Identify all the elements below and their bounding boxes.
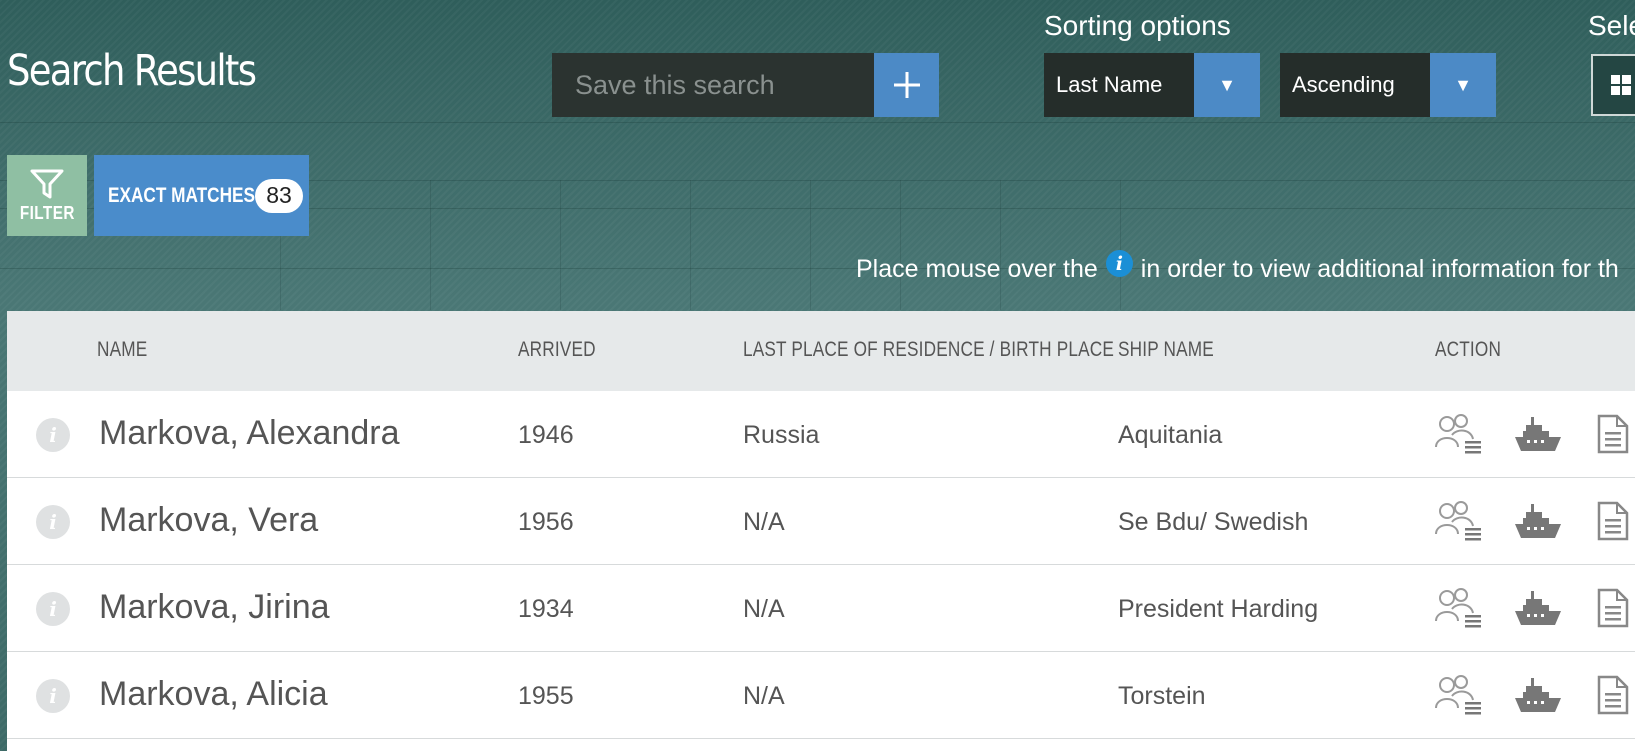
document-icon[interactable]: [1596, 500, 1630, 547]
info-hint-text-after: in order to view additional information …: [1140, 255, 1619, 283]
info-icon[interactable]: i: [36, 505, 70, 539]
passengers-list-icon[interactable]: [1433, 587, 1483, 634]
ship-name-cell: President Harding: [1118, 595, 1319, 623]
save-search-group: [552, 53, 939, 117]
residence-cell: N/A: [743, 682, 785, 710]
info-hint: Place mouse over the i in order to view …: [856, 250, 1619, 289]
results-table: NAME ARRIVED LAST PLACE OF RESIDENCE / B…: [7, 311, 1635, 751]
passenger-name-link[interactable]: Markova, Vera: [99, 501, 318, 540]
arrived-cell: 1946: [518, 421, 574, 449]
grid-view-button[interactable]: [1591, 54, 1635, 116]
passengers-list-icon[interactable]: [1433, 674, 1483, 721]
exact-matches-label: EXACT MATCHES: [108, 183, 256, 207]
document-icon[interactable]: [1596, 587, 1630, 634]
filter-button[interactable]: FILTER: [7, 155, 87, 236]
arrived-cell: 1955: [518, 682, 574, 710]
residence-cell: N/A: [743, 508, 785, 536]
residence-cell: Russia: [743, 421, 820, 449]
document-icon[interactable]: [1596, 413, 1630, 460]
ship-icon[interactable]: [1513, 413, 1563, 460]
passengers-list-icon[interactable]: [1433, 500, 1483, 547]
ship-icon[interactable]: [1513, 674, 1563, 721]
document-icon[interactable]: [1596, 674, 1630, 721]
info-icon[interactable]: i: [36, 418, 70, 452]
ship-icon[interactable]: [1513, 500, 1563, 547]
select-view-label: Sele: [1588, 10, 1635, 41]
column-header-residence[interactable]: LAST PLACE OF RESIDENCE / BIRTH PLACE: [743, 338, 1114, 362]
table-header: NAME ARRIVED LAST PLACE OF RESIDENCE / B…: [7, 311, 1635, 391]
sort-order-value: Ascending: [1280, 53, 1430, 117]
ship-name-cell: Aquitania: [1118, 421, 1223, 449]
save-search-button[interactable]: [874, 53, 939, 117]
sort-field-value: Last Name: [1044, 53, 1194, 117]
info-icon[interactable]: i: [36, 592, 70, 626]
page-title: Search Results: [7, 46, 257, 96]
ship-icon[interactable]: [1513, 587, 1563, 634]
table-row: i Markova, Vera 1956 N/A Se Bdu/ Swedish: [7, 478, 1635, 565]
table-row: i Markova, Jirina 1934 N/A President Har…: [7, 565, 1635, 652]
sort-field-dropdown[interactable]: Last Name ▼: [1044, 53, 1260, 117]
sort-order-dropdown[interactable]: Ascending ▼: [1280, 53, 1496, 117]
exact-matches-button[interactable]: EXACT MATCHES 83: [94, 155, 309, 236]
passengers-list-icon[interactable]: [1433, 413, 1483, 460]
ship-name-cell: Se Bdu/ Swedish: [1118, 508, 1309, 536]
ship-name-cell: Torstein: [1118, 682, 1206, 710]
grid-icon: [1611, 75, 1631, 95]
plus-icon: [893, 72, 920, 98]
exact-matches-count-badge: 83: [255, 178, 303, 213]
column-header-name[interactable]: NAME: [97, 338, 147, 362]
passenger-name-link[interactable]: Markova, Jirina: [99, 588, 330, 627]
save-search-input[interactable]: [552, 53, 874, 117]
table-row: i Markova, Alicia 1955 N/A Torstein: [7, 652, 1635, 739]
info-hint-text-before: Place mouse over the: [856, 255, 1098, 283]
column-header-action: ACTION: [1435, 338, 1502, 361]
arrived-cell: 1934: [518, 595, 574, 623]
arrived-cell: 1956: [518, 508, 574, 536]
column-header-arrived[interactable]: ARRIVED: [518, 338, 596, 362]
table-row: i Markova, Alexandra 1946 Russia Aquitan…: [7, 391, 1635, 478]
info-icon: i: [1105, 250, 1133, 277]
info-icon[interactable]: i: [36, 679, 70, 713]
filter-icon: [30, 169, 64, 199]
sorting-options-label: Sorting options: [1044, 10, 1231, 41]
passenger-name-link[interactable]: Markova, Alicia: [99, 675, 328, 714]
chevron-down-icon: ▼: [1430, 53, 1496, 117]
filter-label: FILTER: [19, 203, 75, 223]
passenger-name-link[interactable]: Markova, Alexandra: [99, 414, 400, 453]
residence-cell: N/A: [743, 595, 785, 623]
column-header-ship-name[interactable]: SHIP NAME: [1118, 338, 1214, 362]
chevron-down-icon: ▼: [1194, 53, 1260, 117]
